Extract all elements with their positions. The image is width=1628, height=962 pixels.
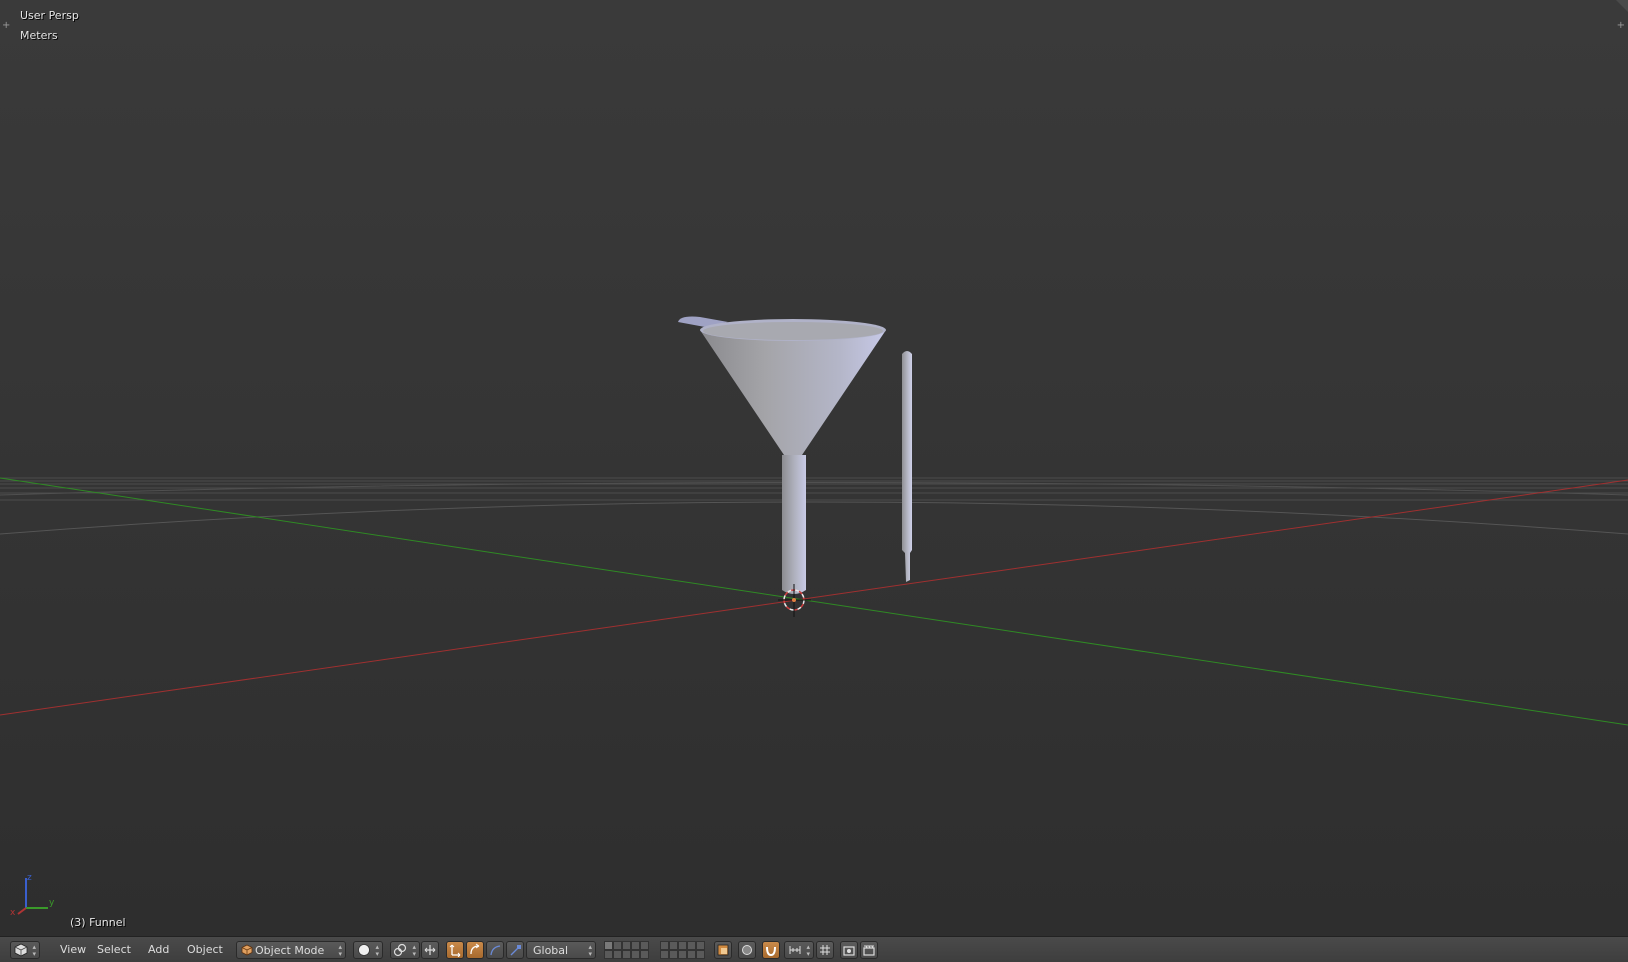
layer-button[interactable] [669, 941, 678, 950]
layer-button[interactable] [622, 950, 631, 959]
layer-button[interactable] [622, 941, 631, 950]
scale-handle-button[interactable] [506, 941, 524, 959]
rotate-icon [470, 943, 480, 955]
layer-button[interactable] [687, 950, 696, 959]
layer-button[interactable] [696, 941, 705, 950]
snap-target-button[interactable] [816, 941, 834, 959]
layers-group-2[interactable] [660, 941, 705, 959]
circle-icon [742, 945, 752, 955]
arc-icon [490, 945, 501, 956]
snap-toggle-button[interactable] [762, 941, 780, 959]
axis-gizmo: z y x [10, 873, 55, 916]
layer-button[interactable] [604, 941, 613, 950]
clapperboard-icon [863, 945, 875, 956]
layers-icon [717, 944, 729, 956]
layer-button[interactable] [604, 950, 613, 959]
layer-button[interactable] [678, 950, 687, 959]
active-object-label: (3) Funnel [70, 916, 126, 929]
viewport-shading-dropdown[interactable]: ▴ ▾ [353, 941, 383, 959]
solid-sphere-icon [358, 944, 370, 956]
transform-orientation-dropdown[interactable]: Global ▴ ▾ [526, 941, 596, 959]
mode-dropdown[interactable]: Object Mode ▴ ▾ [236, 941, 346, 959]
pivot-point-dropdown[interactable]: ▴ ▾ [390, 941, 420, 959]
axis-z-label: z [27, 873, 32, 883]
grid-snap-icon [820, 945, 830, 955]
scale-icon [510, 945, 521, 956]
transform-orientation-label: Global [533, 944, 569, 957]
snap-element-dropdown[interactable]: ▴ ▾ [784, 941, 814, 959]
layer-button[interactable] [631, 941, 640, 950]
3d-view-header: ▴ ▾ View Select Add Object Object Mode ▴ ▾… [0, 936, 1628, 962]
layer-button[interactable] [631, 950, 640, 959]
updown-arrows-icon: ▴ ▾ [588, 943, 592, 958]
opengl-render-animation-button[interactable] [860, 941, 878, 959]
proportional-editing-button[interactable] [738, 941, 756, 959]
scale-manipulator-button[interactable] [486, 941, 504, 959]
area-split-corner[interactable] [1616, 0, 1628, 12]
select-menu[interactable]: Select [93, 941, 135, 959]
updown-arrows-icon: ▴ ▾ [338, 943, 342, 958]
translate-manipulator-button[interactable] [446, 941, 464, 959]
tool-shelf-toggle-icon[interactable]: + [2, 20, 10, 31]
layer-button[interactable] [613, 941, 622, 950]
view-label: User Persp [20, 9, 79, 22]
rotate-manipulator-button[interactable] [466, 941, 484, 959]
layer-button[interactable] [669, 950, 678, 959]
layer-button[interactable] [640, 941, 649, 950]
layer-button[interactable] [696, 950, 705, 959]
editor-type-dropdown[interactable]: ▴ ▾ [10, 941, 40, 959]
layers-group-1[interactable] [604, 941, 649, 959]
camera-icon [843, 946, 855, 956]
rod-object[interactable] [902, 351, 912, 582]
opengl-render-button[interactable] [840, 941, 858, 959]
updown-arrows-icon: ▴ ▾ [412, 943, 416, 958]
layer-button[interactable] [687, 941, 696, 950]
scene-canvas[interactable] [0, 0, 1628, 936]
3d-view-icon [14, 943, 28, 957]
floor-grid [0, 477, 1628, 535]
mode-label: Object Mode [255, 944, 325, 957]
layer-button[interactable] [660, 950, 669, 959]
axis-y-label: y [49, 898, 55, 908]
lock-layers-button[interactable] [714, 941, 732, 959]
updown-arrows-icon: ▴ ▾ [375, 943, 379, 958]
updown-arrows-icon: ▴ ▾ [806, 943, 810, 958]
snap-increment-icon [789, 946, 801, 954]
magnet-icon [766, 946, 776, 957]
manipulator-icon [424, 945, 436, 955]
layer-button[interactable] [640, 950, 649, 959]
manipulator-toggle-button[interactable] [421, 941, 439, 959]
3d-viewport[interactable]: + + User Persp Meters z y x (3) Funnel [0, 0, 1628, 936]
updown-arrows-icon: ▴ ▾ [32, 943, 36, 958]
layer-button[interactable] [678, 941, 687, 950]
pivot-icon [393, 943, 407, 957]
add-menu[interactable]: Add [144, 941, 173, 959]
funnel-object[interactable] [678, 316, 886, 594]
layer-button[interactable] [660, 941, 669, 950]
units-label: Meters [20, 29, 58, 42]
layer-button[interactable] [613, 950, 622, 959]
cube-icon [241, 944, 253, 956]
view-menu[interactable]: View [56, 941, 90, 959]
axis-x-label: x [10, 908, 16, 916]
properties-toggle-icon[interactable]: + [1617, 20, 1625, 31]
translate-icon [449, 944, 461, 957]
object-menu[interactable]: Object [183, 941, 227, 959]
